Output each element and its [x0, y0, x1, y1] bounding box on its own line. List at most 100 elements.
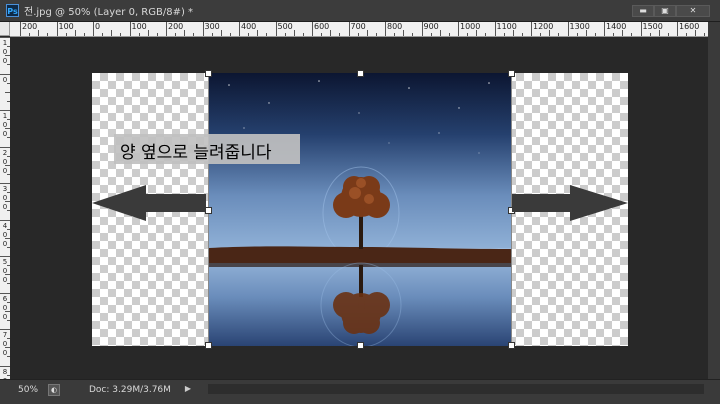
ruler-h-minor-tick	[111, 30, 113, 36]
transform-handle-bottom-right[interactable]	[508, 342, 515, 349]
ruler-h-minor-tick	[686, 33, 688, 36]
ruler-v-major-tick	[0, 219, 10, 221]
ruler-h-minor-tick	[102, 33, 104, 36]
ruler-h-major-tick	[166, 22, 167, 36]
ruler-h-label: 1300	[569, 22, 590, 31]
ruler-h-major-tick	[129, 22, 131, 36]
transform-handle-bottom-left[interactable]	[205, 342, 212, 349]
ruler-h-label: 600	[314, 22, 330, 31]
ruler-h-major-tick	[494, 22, 496, 36]
ruler-v-major-tick	[0, 292, 10, 294]
horizontal-ruler[interactable]: 200 100 0 100 200 300 400 500 600 700 800 900 1000 11…	[10, 22, 708, 37]
status-bar: 50% ◐ Doc: 3.29M/3.76M ▶	[0, 379, 720, 404]
instruction-text: 양 옆으로 늘려줍니다	[120, 143, 272, 163]
ruler-h-minor-tick	[658, 30, 660, 36]
ruler-h-label: 300	[204, 22, 220, 31]
ruler-v-label: 200	[2, 148, 8, 175]
tree-photo-layer[interactable]	[208, 73, 512, 346]
ruler-h-minor-tick	[184, 30, 186, 36]
ruler-h-label: 700	[350, 22, 366, 31]
ruler-h-minor-tick	[47, 33, 49, 36]
vertical-scrollbar[interactable]	[708, 22, 720, 379]
zoom-level[interactable]: 50%	[18, 385, 38, 395]
ruler-v-label: 700	[2, 331, 8, 357]
ruler-h-label: 200	[168, 22, 184, 31]
ruler-v-label: 100	[2, 39, 8, 65]
ruler-origin[interactable]	[0, 22, 10, 36]
ruler-v-major-tick	[0, 110, 10, 111]
ruler-v-major-tick	[0, 146, 10, 148]
status-menu-arrow[interactable]: ▶	[182, 383, 194, 395]
ruler-h-minor-tick	[476, 30, 478, 36]
ruler-h-minor-tick	[521, 33, 523, 36]
proof-setup-icon[interactable]: ◐	[48, 384, 60, 396]
ruler-h-major-tick	[385, 22, 386, 36]
ruler-h-minor-tick	[667, 33, 669, 36]
ruler-h-label: 1000	[460, 22, 481, 31]
ruler-h-minor-tick	[120, 33, 122, 36]
ruler-h-minor-tick	[293, 30, 295, 36]
ruler-h-minor-tick	[29, 33, 31, 36]
transform-handle-bottom-center[interactable]	[357, 342, 364, 349]
ruler-v-label: 100	[2, 112, 8, 138]
transform-handle-top-center[interactable]	[357, 70, 364, 77]
ruler-h-major-tick	[93, 22, 94, 36]
ruler-h-label: 900	[423, 22, 439, 31]
document-info: Doc: 3.29M/3.76M	[89, 385, 171, 395]
transform-handle-top-left[interactable]	[205, 70, 212, 77]
ruler-h-major-tick	[567, 22, 569, 36]
restore-button[interactable]: ▣	[654, 5, 676, 17]
ruler-h-minor-tick	[284, 33, 286, 36]
transform-handle-top-right[interactable]	[508, 70, 515, 77]
ruler-h-minor-tick	[448, 33, 450, 36]
ruler-v-label: 300	[2, 185, 8, 211]
ruler-h-major-tick	[348, 22, 350, 36]
ruler-v-major-tick	[0, 183, 10, 184]
ruler-h-major-tick	[640, 22, 642, 36]
ruler-h-minor-tick	[576, 33, 578, 36]
ruler-h-label: 100	[58, 22, 74, 31]
ruler-h-minor-tick	[704, 33, 706, 36]
ruler-h-minor-tick	[38, 30, 40, 36]
ruler-h-minor-tick	[622, 30, 624, 36]
ruler-h-minor-tick	[695, 30, 697, 36]
ruler-h-minor-tick	[485, 33, 487, 36]
right-arrow-icon	[512, 185, 628, 221]
ruler-h-major-tick	[56, 22, 58, 36]
ruler-h-minor-tick	[403, 30, 405, 36]
ruler-h-minor-tick	[430, 33, 432, 36]
ruler-h-minor-tick	[375, 33, 377, 36]
document-title-bar: Ps 전.jpg @ 50% (Layer 0, RGB/8#) * ▬ ▣ ✕	[0, 0, 720, 22]
ruler-v-major-tick	[0, 329, 10, 330]
ruler-h-minor-tick	[147, 30, 149, 36]
ruler-v-label: 500	[2, 258, 8, 284]
horizontal-scrollbar[interactable]	[208, 384, 704, 394]
ruler-h-minor-tick	[503, 33, 505, 36]
close-button[interactable]: ✕	[676, 5, 710, 17]
ruler-h-minor-tick	[138, 33, 140, 36]
ruler-h-minor-tick	[321, 33, 323, 36]
ruler-h-minor-tick	[412, 33, 414, 36]
canvas-area[interactable]: 양 옆으로 늘려줍니다	[10, 37, 708, 379]
ruler-h-minor-tick	[175, 33, 177, 36]
minimize-button[interactable]: ▬	[632, 5, 654, 17]
ruler-h-minor-tick	[220, 30, 222, 36]
ruler-h-major-tick	[677, 22, 678, 36]
ruler-v-major-tick	[0, 365, 10, 367]
ruler-h-label: 1500	[642, 22, 663, 31]
ruler-h-minor-tick	[193, 33, 195, 36]
ruler-h-major-tick	[312, 22, 313, 36]
ruler-h-major-tick	[239, 22, 240, 36]
ruler-h-minor-tick	[549, 30, 551, 36]
ruler-h-minor-tick	[585, 30, 587, 36]
ruler-v-major-tick	[0, 37, 10, 38]
ruler-h-major-tick	[421, 22, 423, 36]
ruler-h-minor-tick	[540, 33, 542, 36]
ruler-h-minor-tick	[74, 30, 76, 36]
ruler-h-label: 0	[95, 22, 101, 31]
ruler-h-minor-tick	[229, 33, 231, 36]
ruler-h-minor-tick	[330, 30, 332, 36]
document-title: 전.jpg @ 50% (Layer 0, RGB/8#) *	[24, 7, 194, 18]
ruler-h-minor-tick	[467, 33, 469, 36]
ruler-h-minor-tick	[613, 33, 615, 36]
